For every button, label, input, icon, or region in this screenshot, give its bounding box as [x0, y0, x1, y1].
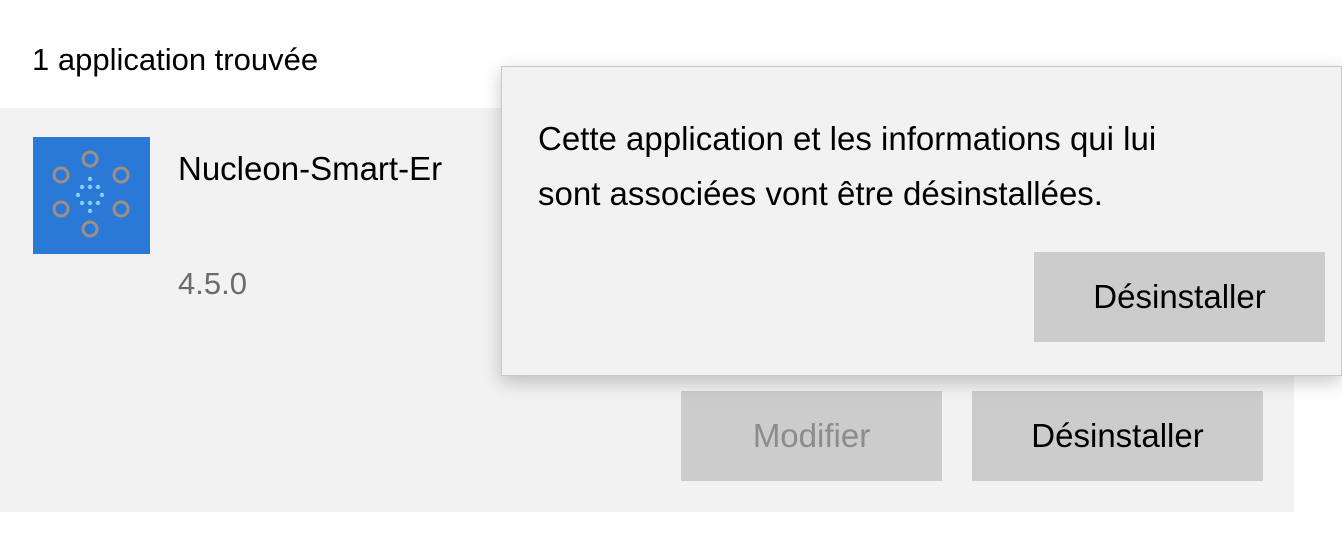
results-count: 1 application trouvée	[32, 42, 319, 77]
apps-settings-page: 1 application trouvée Nucleon-Smart-Er 4…	[0, 0, 1342, 536]
uninstall-warning-line-2: sont associées vont être désinstallées.	[538, 175, 1103, 212]
uninstall-warning-message: Cette application et les informations qu…	[538, 111, 1328, 221]
modify-button[interactable]: Modifier	[681, 391, 942, 481]
app-icon	[33, 137, 150, 254]
app-version: 4.5.0	[178, 266, 247, 301]
uninstall-confirmation-flyout: Cette application et les informations qu…	[501, 66, 1342, 376]
uninstall-button[interactable]: Désinstaller	[972, 391, 1263, 481]
app-name: Nucleon-Smart-Er	[178, 150, 443, 187]
confirm-uninstall-button[interactable]: Désinstaller	[1034, 252, 1325, 342]
uninstall-warning-line-1: Cette application et les informations qu…	[538, 120, 1157, 157]
